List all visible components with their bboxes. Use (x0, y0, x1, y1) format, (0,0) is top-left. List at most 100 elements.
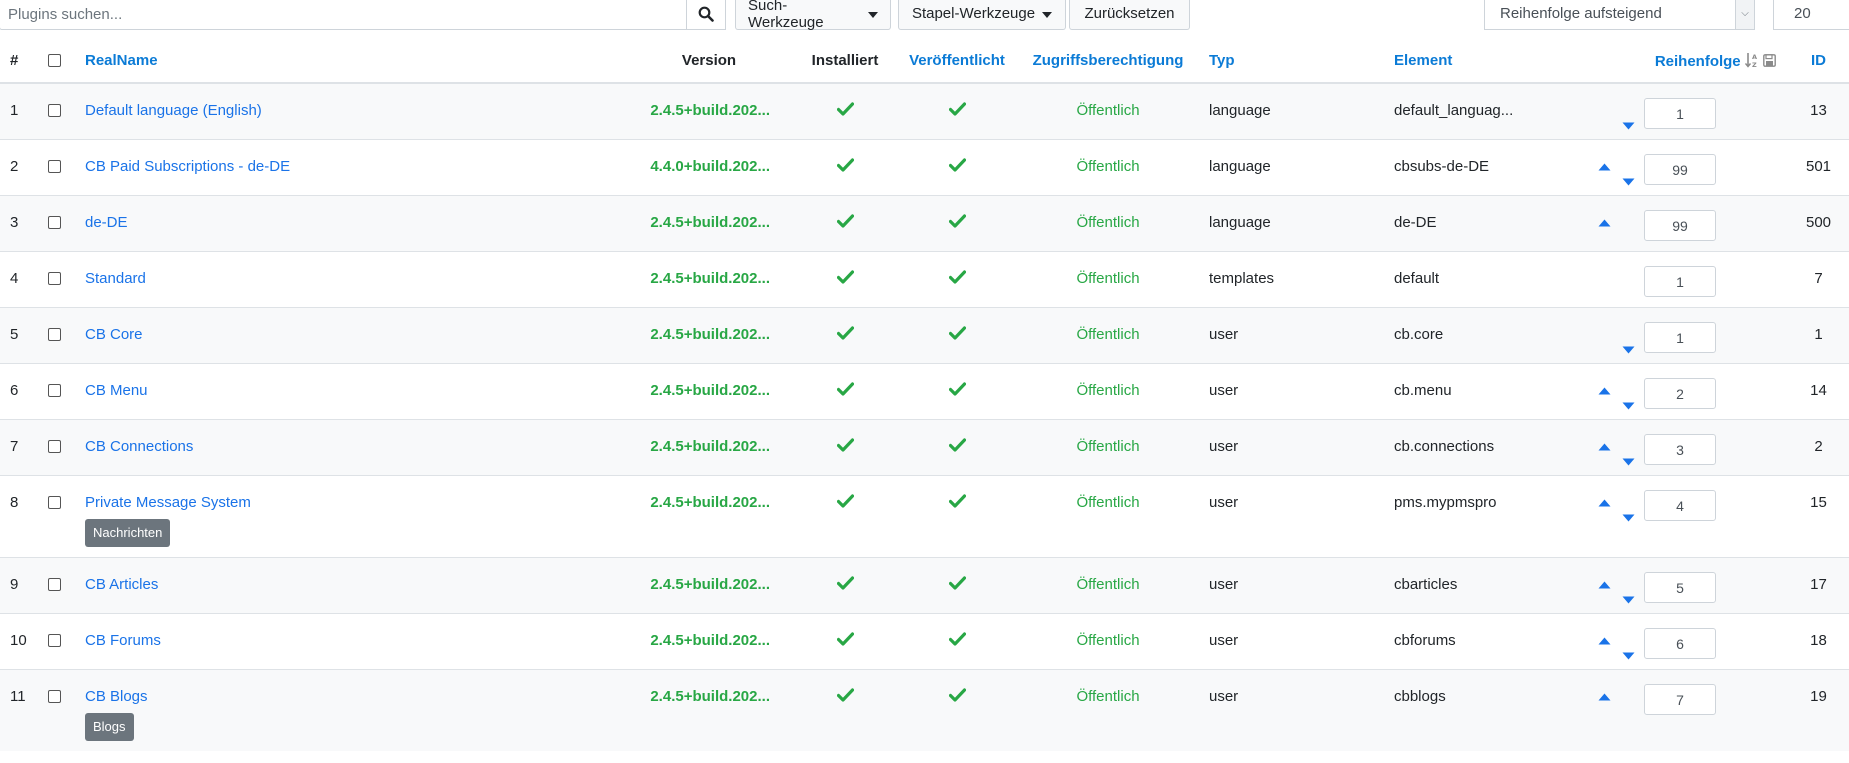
ordering-input[interactable] (1644, 266, 1716, 297)
row-checkbox[interactable] (48, 104, 61, 117)
select-all-checkbox[interactable] (48, 53, 61, 67)
batch-tools-button[interactable]: Stapel-Werkzeuge (898, 0, 1066, 30)
move-down-icon[interactable] (1622, 173, 1635, 190)
move-down-icon[interactable] (1622, 647, 1635, 664)
plugin-name-link[interactable]: CB Articles (85, 576, 158, 593)
move-up-icon[interactable] (1598, 382, 1611, 399)
plugin-name-link[interactable]: CB Connections (85, 438, 193, 455)
header-published[interactable]: Veröffentlicht (906, 39, 1008, 84)
move-down-icon[interactable] (1622, 509, 1635, 526)
access-level[interactable]: Öffentlich (1008, 614, 1208, 651)
reset-button[interactable]: Zurücksetzen (1069, 0, 1190, 30)
header-id[interactable]: ID (1788, 39, 1849, 84)
move-up-icon[interactable] (1598, 688, 1611, 705)
move-down-icon[interactable] (1622, 117, 1635, 134)
move-down-icon[interactable] (1622, 453, 1635, 470)
plugin-element: default (1394, 270, 1440, 287)
row-checkbox[interactable] (48, 160, 61, 173)
plugin-type: templates (1209, 270, 1275, 287)
published-check-icon[interactable] (948, 632, 966, 652)
access-level[interactable]: Öffentlich (1008, 476, 1208, 513)
search-button[interactable] (687, 0, 726, 30)
row-version-cell: 2.4.5+build.202... (634, 82, 784, 140)
move-up-icon[interactable] (1598, 632, 1611, 649)
move-up-icon[interactable] (1598, 438, 1611, 455)
row-checkbox[interactable] (48, 690, 61, 703)
ordering-input[interactable] (1644, 434, 1716, 465)
ordering-input[interactable] (1644, 322, 1716, 353)
plugin-name-link[interactable]: Private Message System (85, 494, 251, 511)
row-checkbox-cell (38, 139, 84, 196)
access-level[interactable]: Öffentlich (1008, 84, 1208, 121)
plugin-name-link[interactable]: Standard (85, 270, 146, 287)
plugin-name-link[interactable]: CB Paid Subscriptions - de-DE (85, 158, 290, 175)
access-level[interactable]: Öffentlich (1008, 558, 1208, 595)
ordering-select-value: Reihenfolge aufsteigend (1500, 5, 1662, 22)
move-down-icon[interactable] (1622, 591, 1635, 608)
plugin-name-link[interactable]: CB Forums (85, 632, 161, 649)
published-check-icon[interactable] (948, 576, 966, 596)
published-check-icon[interactable] (948, 494, 966, 514)
plugin-name-link[interactable]: CB Menu (85, 382, 148, 399)
ordering-input[interactable] (1644, 628, 1716, 659)
access-level[interactable]: Öffentlich (1008, 420, 1208, 457)
ordering-input[interactable] (1644, 378, 1716, 409)
save-order-icon[interactable] (1763, 53, 1776, 67)
access-level[interactable]: Öffentlich (1008, 308, 1208, 345)
ordering-input[interactable] (1644, 210, 1716, 241)
row-checkbox[interactable] (48, 384, 61, 397)
plugin-element: cb.menu (1394, 382, 1452, 399)
move-up-icon[interactable] (1598, 494, 1611, 511)
access-level[interactable]: Öffentlich (1008, 670, 1208, 707)
row-checkbox[interactable] (48, 328, 61, 341)
published-check-icon[interactable] (948, 102, 966, 122)
row-checkbox[interactable] (48, 272, 61, 285)
access-level[interactable]: Öffentlich (1008, 364, 1208, 401)
row-checkbox[interactable] (48, 216, 61, 229)
ordering-input[interactable] (1644, 572, 1716, 603)
move-down-icon[interactable] (1622, 341, 1635, 358)
plugin-name-link[interactable]: CB Core (85, 326, 143, 343)
published-check-icon[interactable] (948, 270, 966, 290)
plugin-name-link[interactable]: de-DE (85, 214, 128, 231)
row-num-cell: 8 (0, 475, 38, 558)
row-checkbox[interactable] (48, 634, 61, 647)
access-level[interactable]: Öffentlich (1008, 252, 1208, 289)
ordering-input[interactable] (1644, 490, 1716, 521)
published-check-icon[interactable] (948, 214, 966, 234)
list-limit-select[interactable]: 20 (1773, 0, 1849, 30)
access-level[interactable]: Öffentlich (1008, 196, 1208, 233)
published-check-icon[interactable] (948, 438, 966, 458)
published-check-icon[interactable] (948, 382, 966, 402)
row-element-cell: cbblogs (1393, 669, 1593, 751)
published-check-icon[interactable] (948, 688, 966, 708)
ordering-input[interactable] (1644, 684, 1716, 715)
access-level[interactable]: Öffentlich (1008, 140, 1208, 177)
move-down-icon[interactable] (1622, 397, 1635, 414)
search-input[interactable] (0, 0, 687, 30)
ordering-input[interactable] (1644, 98, 1716, 129)
header-realname[interactable]: RealName (84, 39, 634, 84)
header-access[interactable]: Zugriffsberechtigung (1008, 39, 1208, 84)
row-checkbox[interactable] (48, 496, 61, 509)
row-installed-cell (784, 475, 906, 558)
plugin-name-link[interactable]: Default language (English) (85, 102, 262, 119)
move-up-icon[interactable] (1598, 214, 1611, 231)
row-version-cell: 2.4.5+build.202... (634, 363, 784, 420)
move-up-icon[interactable] (1598, 158, 1611, 175)
published-check-icon[interactable] (948, 158, 966, 178)
plugin-type: language (1209, 102, 1271, 119)
plugin-name-link[interactable]: CB Blogs (85, 688, 148, 705)
header-element[interactable]: Element (1393, 39, 1593, 84)
header-type[interactable]: Typ (1208, 39, 1393, 84)
published-check-icon[interactable] (948, 326, 966, 346)
ordering-select[interactable]: Reihenfolge aufsteigend ⌵ (1484, 0, 1755, 30)
header-ordering[interactable]: Reihenfolge A Z (1593, 39, 1788, 84)
row-installed-cell (784, 669, 906, 751)
move-up-icon[interactable] (1598, 576, 1611, 593)
search-tools-button[interactable]: Such-Werkzeuge (735, 0, 891, 31)
row-checkbox[interactable] (48, 578, 61, 591)
row-checkbox[interactable] (48, 440, 61, 453)
ordering-input[interactable] (1644, 154, 1716, 185)
installed-check-icon (836, 438, 854, 458)
